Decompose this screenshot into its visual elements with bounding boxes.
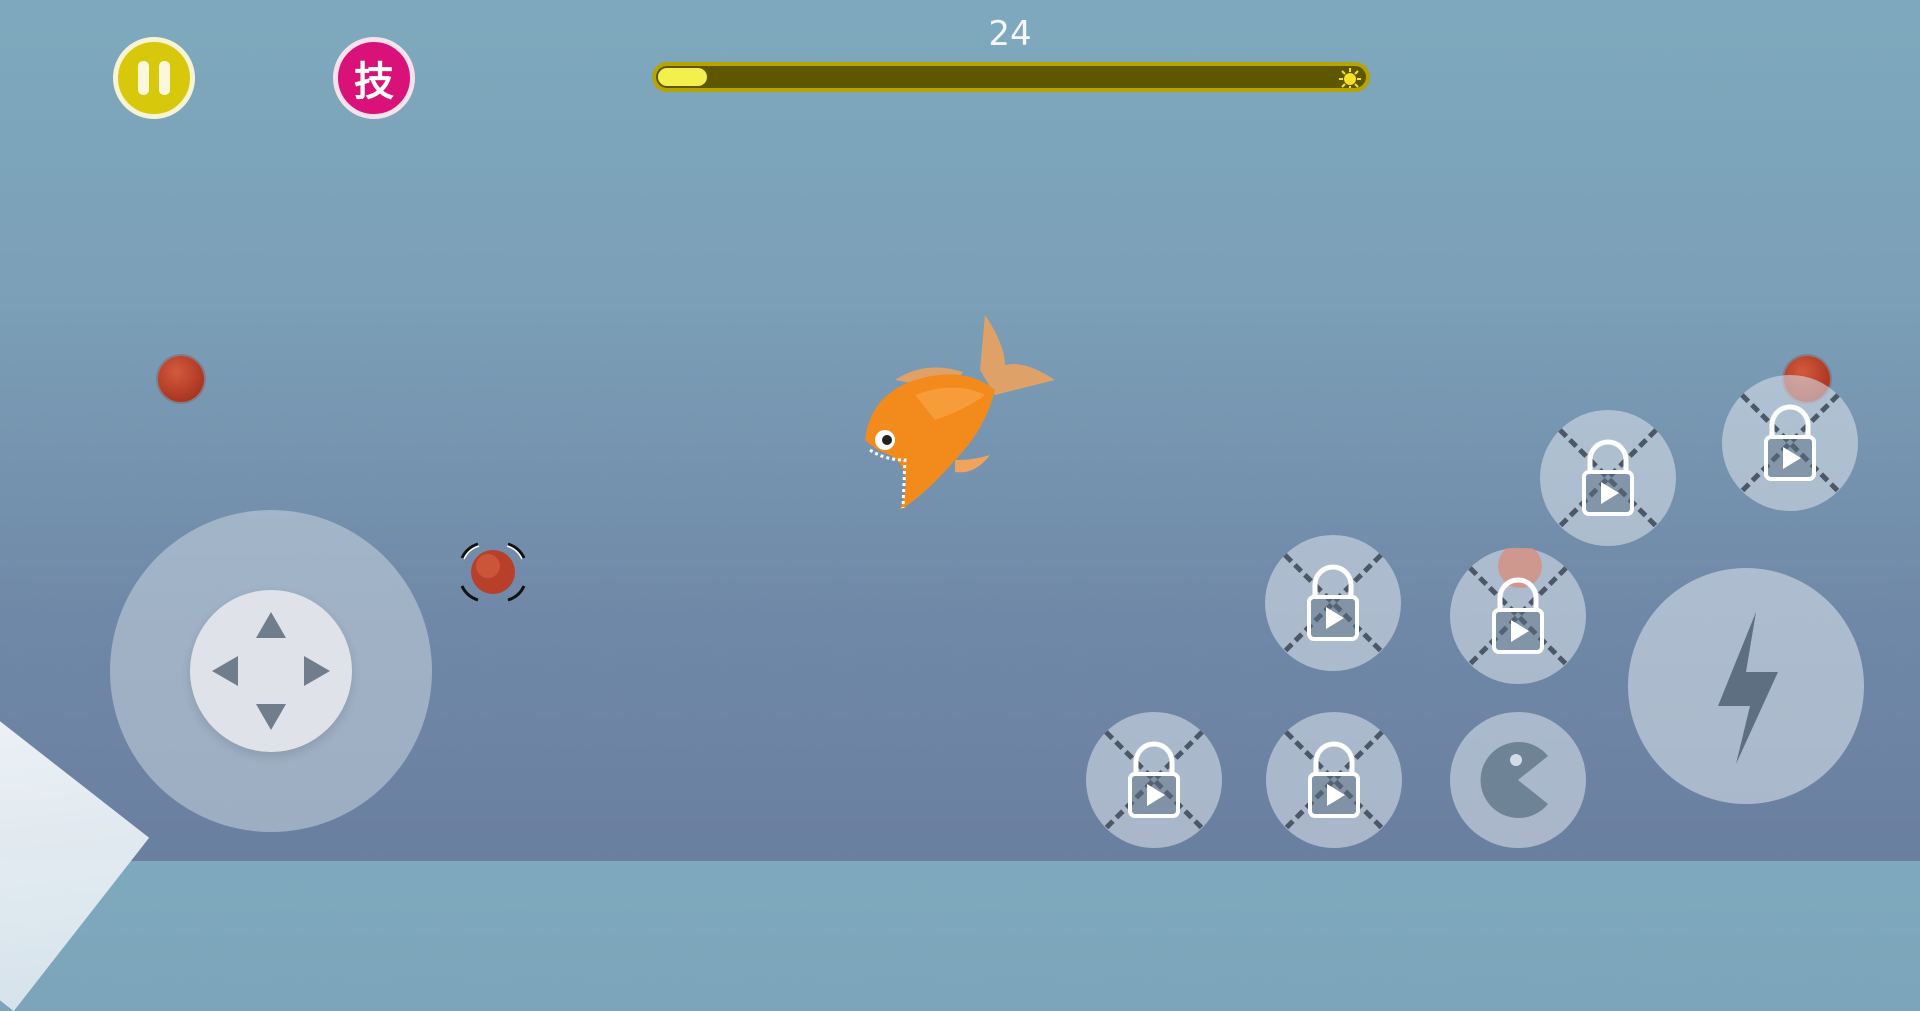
skill-menu-label: 技 <box>354 59 394 105</box>
lightning-bolt-icon <box>1718 612 1778 764</box>
score-counter: 24 <box>988 14 1032 54</box>
locked-skill-1[interactable] <box>1540 410 1676 546</box>
pause-button[interactable] <box>113 37 195 119</box>
pause-icon <box>138 61 149 95</box>
locked-skill-icon <box>1722 375 1858 511</box>
locked-skill-6[interactable] <box>1266 712 1402 848</box>
sun-icon <box>1339 68 1361 88</box>
locked-skill-4[interactable] <box>1450 544 1586 684</box>
arrow-right-icon <box>304 656 330 686</box>
arrow-down-icon <box>256 704 286 730</box>
target-reticle-icon <box>460 542 526 602</box>
growth-progress-bar <box>652 62 1370 92</box>
eat-button[interactable] <box>1450 712 1586 848</box>
player-piranha-fish <box>865 315 1055 510</box>
targeted-food <box>458 540 528 604</box>
joystick-knob[interactable] <box>190 590 352 752</box>
locked-skill-icon <box>1265 535 1401 671</box>
dash-button[interactable] <box>1628 568 1864 804</box>
locked-skill-icon <box>1540 410 1676 546</box>
skill-menu-button[interactable]: 技 <box>333 37 415 119</box>
locked-skill-icon <box>1086 712 1222 848</box>
locked-skill-icon <box>1450 544 1586 684</box>
pacman-icon <box>1450 712 1586 848</box>
food-pellet <box>158 356 204 402</box>
locked-skill-2[interactable] <box>1722 375 1858 511</box>
locked-skill-5[interactable] <box>1086 712 1222 848</box>
pause-icon-bar <box>159 61 170 95</box>
arrow-left-icon <box>212 656 238 686</box>
arrow-up-icon <box>256 612 286 638</box>
growth-progress-fill <box>658 68 707 86</box>
locked-skill-icon <box>1266 712 1402 848</box>
locked-skill-3[interactable] <box>1265 535 1401 671</box>
